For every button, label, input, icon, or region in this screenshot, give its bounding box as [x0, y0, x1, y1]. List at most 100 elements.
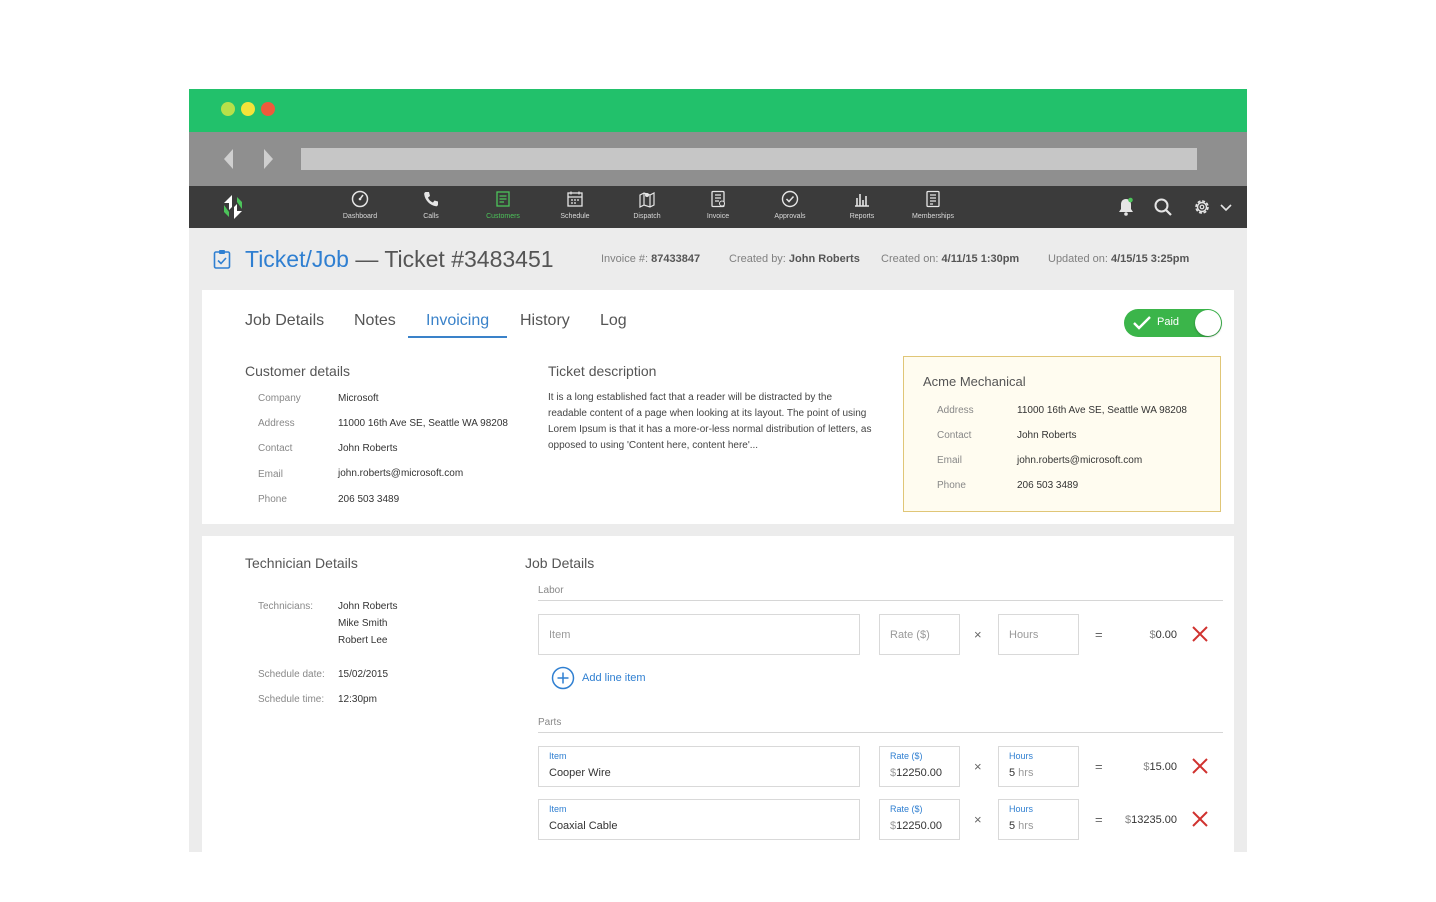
acme-contact-value: John Roberts: [1017, 430, 1077, 441]
tab-log[interactable]: Log: [600, 312, 627, 330]
part-line-total: $13235.00: [1117, 814, 1177, 826]
company-info-box: Acme Mechanical Address 11000 16th Ave S…: [903, 356, 1221, 512]
email-label: Email: [258, 469, 284, 480]
browser-bar: [189, 132, 1247, 186]
amount: 12250.00: [896, 767, 943, 779]
calendar-icon: [567, 191, 583, 207]
phone-icon: [424, 192, 438, 207]
window-dot-3[interactable]: [261, 102, 275, 116]
placeholder: Hours: [1009, 629, 1039, 641]
tab-notes[interactable]: Notes: [354, 312, 396, 330]
delete-x-icon[interactable]: [1191, 625, 1209, 643]
forward-arrow-icon[interactable]: [264, 149, 273, 169]
nav-label: Invoice: [706, 213, 730, 220]
updated-on: Updated on: 4/15/15 3:25pm: [1048, 253, 1189, 265]
meta-value: 4/11/15 1:30pm: [941, 253, 1020, 265]
meta-label: Created on:: [881, 253, 942, 265]
created-by: Created by: John Roberts: [729, 253, 860, 265]
meta-value: John Roberts: [788, 253, 860, 265]
gear-icon[interactable]: [1191, 196, 1213, 218]
app-nav: Dashboard Calls Customers Schedule Dispa…: [189, 186, 1247, 228]
delete-x-icon[interactable]: [1191, 757, 1209, 775]
divider: [538, 600, 1223, 601]
nav-memberships[interactable]: Memberships: [902, 190, 964, 226]
bar-chart-icon: [855, 194, 869, 207]
address-value: 11000 16th Ave SE, Seattle WA 98208: [338, 418, 508, 429]
back-arrow-icon[interactable]: [224, 149, 233, 169]
multiply-sign: ×: [974, 759, 982, 774]
part-hours-input[interactable]: Hours 5 hrs: [998, 746, 1079, 787]
nav-dashboard[interactable]: Dashboard: [329, 190, 391, 226]
toggle-knob[interactable]: [1195, 310, 1221, 336]
nav-schedule[interactable]: Schedule: [544, 190, 606, 226]
acme-email-value: john.roberts@microsoft.com: [1017, 455, 1143, 466]
breadcrumb-ticket-job-link[interactable]: Ticket/Job: [245, 246, 349, 272]
tab-invoicing[interactable]: Invoicing: [426, 312, 489, 330]
labor-item-input[interactable]: Item: [538, 614, 860, 655]
meta-label: Created by:: [729, 253, 789, 265]
acme-contact-label: Contact: [937, 430, 972, 441]
field-label: Hours: [1009, 804, 1034, 814]
part-item-input[interactable]: Item Cooper Wire: [538, 746, 860, 787]
tab-job-details[interactable]: Job Details: [245, 312, 324, 330]
labor-heading: Labor: [538, 585, 564, 596]
plus-circle-icon: [551, 666, 575, 690]
app-logo-icon[interactable]: [221, 194, 245, 220]
part-rate-input[interactable]: Rate ($) $12250.00: [879, 746, 960, 787]
tab-history[interactable]: History: [520, 312, 570, 330]
ticket-number: — Ticket #3483451: [348, 246, 554, 272]
meta-value: 87433847: [651, 253, 701, 265]
bell-icon[interactable]: [1115, 196, 1137, 218]
acme-email-label: Email: [937, 455, 963, 466]
field-label: Hours: [1009, 751, 1034, 761]
labor-line-total: $0.00: [1117, 629, 1177, 641]
window-dot-2[interactable]: [241, 102, 255, 116]
labor-rate-input[interactable]: Rate ($): [879, 614, 960, 655]
technician-name: Robert Lee: [338, 635, 388, 646]
unit: hrs: [1015, 767, 1034, 779]
address-label: Address: [258, 418, 295, 429]
window-dot-1[interactable]: [221, 102, 235, 116]
technicians-label: Technicians:: [258, 601, 314, 612]
part-hours-input[interactable]: Hours 5 hrs: [998, 799, 1079, 840]
delete-x-icon[interactable]: [1191, 810, 1209, 828]
nav-reports[interactable]: Reports: [831, 190, 893, 226]
nav-customers[interactable]: Customers: [472, 190, 534, 226]
field-label: Rate ($): [890, 751, 923, 761]
memberships-icon: [926, 190, 940, 208]
field-label: Item: [549, 804, 567, 814]
acme-phone-value: 206 503 3489: [1017, 480, 1079, 491]
company-value: Microsoft: [338, 393, 379, 404]
equals-sign: =: [1095, 812, 1103, 827]
equals-sign: =: [1095, 759, 1103, 774]
amount: 0.00: [1155, 629, 1177, 641]
technician-name: John Roberts: [338, 601, 398, 612]
address-bar[interactable]: [301, 148, 1197, 170]
paid-toggle[interactable]: Paid: [1124, 309, 1222, 337]
check-circle-icon: [781, 190, 799, 208]
acme-phone-label: Phone: [937, 480, 966, 491]
amount: 15.00: [1149, 761, 1177, 773]
unit: hrs: [1015, 820, 1034, 832]
field-value: Coaxial Cable: [549, 820, 618, 832]
part-item-input[interactable]: Item Coaxial Cable: [538, 799, 860, 840]
labor-hours-input[interactable]: Hours: [998, 614, 1079, 655]
nav-approvals[interactable]: Approvals: [759, 190, 821, 226]
customer-details-heading: Customer details: [245, 363, 351, 379]
nav-dispatch[interactable]: Dispatch: [616, 190, 678, 226]
part-rate-input[interactable]: Rate ($) $12250.00: [879, 799, 960, 840]
nav-label: Reports: [849, 213, 875, 220]
search-icon[interactable]: [1152, 196, 1174, 218]
schedule-time-value: 12:30pm: [338, 694, 377, 705]
field-value: Cooper Wire: [549, 767, 611, 779]
invoice-icon: [711, 190, 725, 208]
nav-label: Memberships: [911, 213, 954, 220]
title-bar: [189, 89, 1247, 132]
map-icon: [639, 192, 655, 208]
field-value: $12250.00: [890, 820, 942, 832]
nav-calls[interactable]: Calls: [400, 190, 462, 226]
chevron-down-icon[interactable]: [1215, 196, 1237, 218]
nav-invoice[interactable]: Invoice: [687, 190, 749, 226]
invoice-number: Invoice #: 87433847: [601, 253, 700, 265]
app-window: Dashboard Calls Customers Schedule Dispa…: [189, 89, 1247, 852]
